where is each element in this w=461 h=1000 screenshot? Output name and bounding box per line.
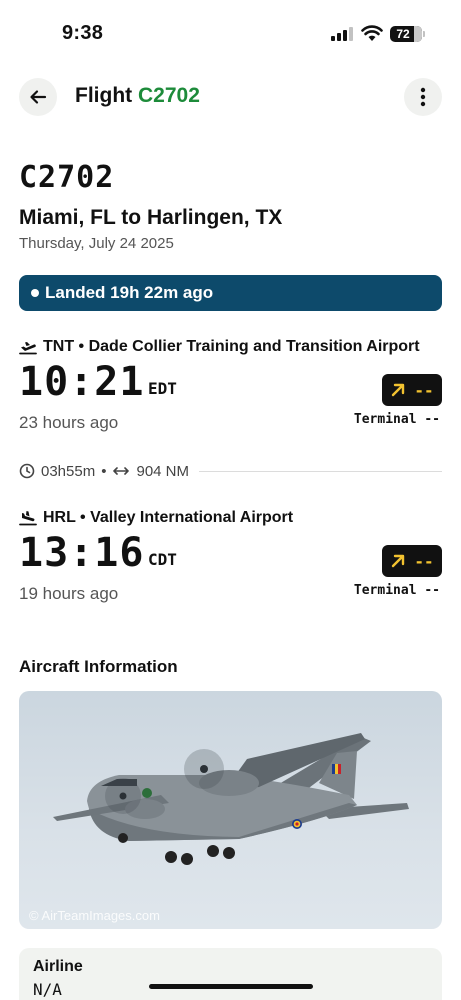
wifi-icon — [361, 25, 383, 41]
battery-icon: 72 — [390, 26, 422, 42]
home-indicator[interactable] — [149, 984, 313, 989]
aircraft-image — [53, 733, 409, 865]
arrival-relative-time: 19 hours ago — [19, 584, 119, 603]
battery-level: 72 — [396, 27, 410, 41]
status-bar: 9:38 72 — [0, 0, 461, 64]
departure-gate-badge: -- — [382, 374, 442, 406]
aircraft-photo[interactable]: © AirTeamImages.com — [19, 691, 442, 929]
departure-time: 10:21 — [19, 359, 145, 405]
flight-route: Miami, FL to Harlingen, TX — [19, 206, 283, 229]
airline-value: N/A — [33, 980, 62, 999]
aircraft-section-title: Aircraft Information — [19, 657, 178, 676]
arrival-airport-label: HRL • Valley International Airport — [43, 509, 294, 526]
cellular-signal-icon — [331, 27, 353, 41]
departure-gate: -- — [414, 380, 434, 400]
arrow-left-icon — [30, 90, 47, 104]
departure-airport[interactable]: TNT • Dade Collier Training and Transiti… — [19, 338, 420, 356]
departure-airport-label: TNT • Dade Collier Training and Transiti… — [43, 338, 420, 355]
page-title-prefix: Flight — [75, 84, 133, 107]
clock-icon — [19, 463, 35, 479]
arrow-up-right-icon — [392, 383, 405, 397]
takeoff-icon — [19, 342, 37, 355]
more-options-button[interactable] — [404, 78, 442, 116]
arrival-timezone: CDT — [148, 550, 177, 569]
flight-duration: 03h55m — [41, 462, 96, 480]
arrival-terminal: Terminal -- — [353, 583, 440, 598]
arrival-gate-badge: -- — [382, 545, 442, 577]
status-time: 9:38 — [62, 22, 104, 44]
arrival-gate: -- — [414, 551, 434, 571]
arrival-airport[interactable]: HRL • Valley International Airport — [19, 509, 293, 527]
page-title: Flight C2702 — [75, 84, 200, 108]
flight-date: Thursday, July 24 2025 — [19, 235, 174, 252]
flight-status-text: Landed 19h 22m ago — [45, 283, 214, 302]
photo-credit: © AirTeamImages.com — [29, 908, 160, 923]
page-title-code: C2702 — [138, 84, 200, 107]
departure-timezone: EDT — [148, 379, 177, 398]
arrival-time: 13:16 — [19, 530, 145, 576]
arrow-up-right-icon — [392, 554, 405, 568]
flight-code: C2702 — [19, 160, 115, 195]
airline-card: Airline N/A — [19, 948, 442, 1000]
landing-icon — [19, 511, 37, 526]
distance-arrows-icon — [113, 467, 130, 475]
airline-label: Airline — [33, 958, 83, 975]
departure-relative-time: 23 hours ago — [19, 413, 119, 432]
duration-separator: • — [101, 462, 107, 480]
departure-terminal: Terminal -- — [353, 412, 440, 427]
flight-status-badge: Landed 19h 22m ago — [19, 275, 442, 311]
back-button[interactable] — [19, 78, 57, 116]
flight-distance: 904 NM — [136, 462, 190, 480]
status-dot-icon — [31, 288, 39, 297]
flight-duration-row: 03h55m • 904 NM — [19, 461, 442, 481]
more-vertical-icon — [420, 87, 426, 107]
divider — [199, 470, 442, 472]
